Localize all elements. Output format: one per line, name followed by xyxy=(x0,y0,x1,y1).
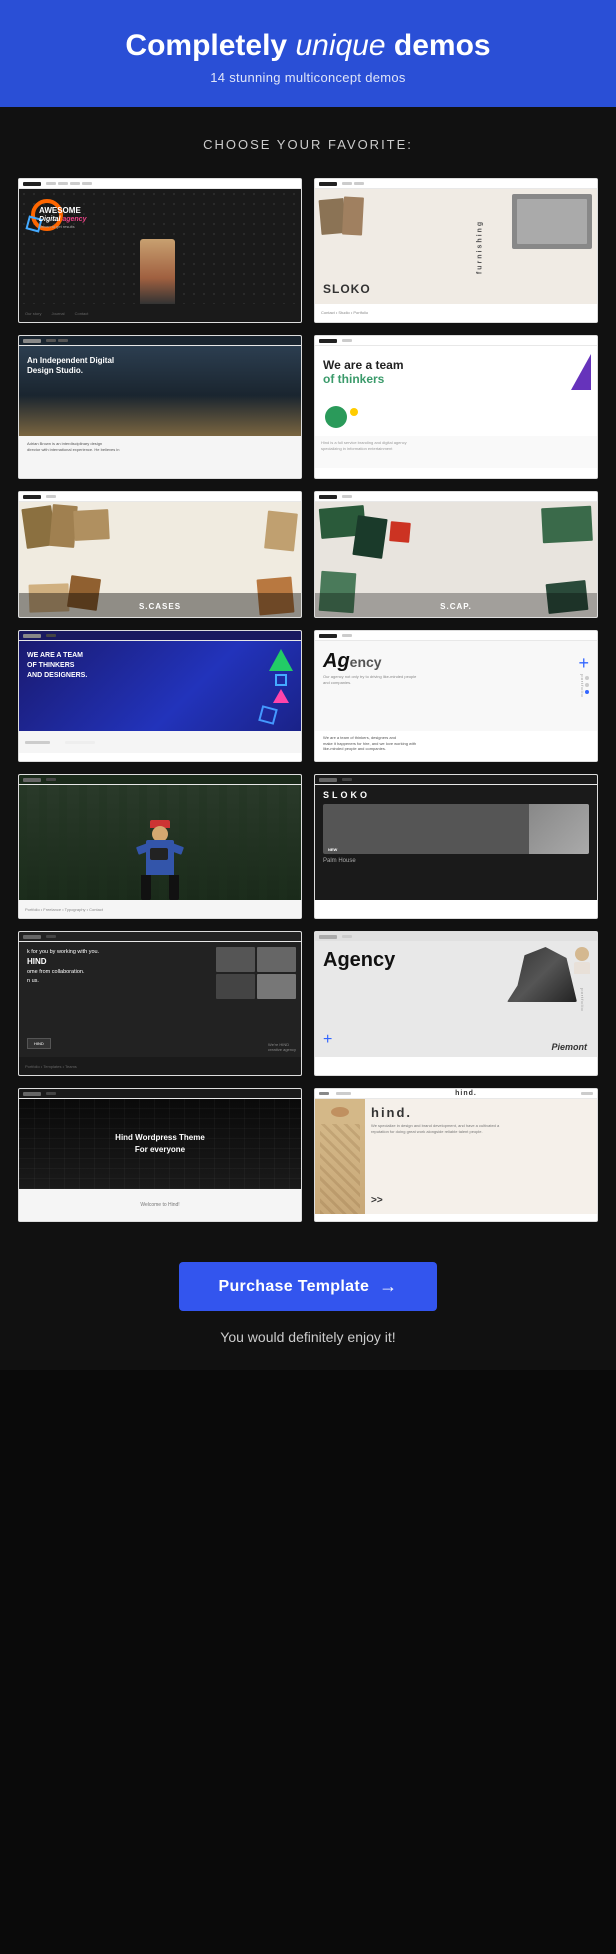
demo1-link3 xyxy=(70,182,80,185)
demo1-link4 xyxy=(82,182,92,185)
demo12-logo xyxy=(319,935,337,939)
demo-card-4[interactable]: We are a teamof thinkers Hind is a full … xyxy=(314,335,598,479)
demo5-nav xyxy=(19,492,301,502)
demo14-brand-logo: hind. xyxy=(455,1090,477,1097)
demo5-link1 xyxy=(46,495,56,498)
demo-card-1[interactable]: AWESOME Digital agency Driven to get res… xyxy=(18,178,302,323)
demo13-nav xyxy=(19,1089,301,1099)
demo-card-7[interactable]: WE ARE A TEAMOF THINKERSAND DESIGNERS. xyxy=(18,630,302,762)
demo6-link1 xyxy=(342,495,352,498)
demo10-logo xyxy=(319,778,337,782)
cta-section: Purchase Template → You would definitely… xyxy=(0,1232,616,1370)
demo12-nav xyxy=(315,932,597,942)
demo3-nav xyxy=(19,336,301,346)
demo13-preview: Hind Wordpress ThemeFor everyone xyxy=(19,1099,301,1189)
demo14-nav: hind. xyxy=(315,1089,597,1099)
demo1-link1 xyxy=(46,182,56,185)
demo14-nav-about xyxy=(319,1092,329,1095)
demo11-preview: k for you by working with you.HINDome fr… xyxy=(19,942,301,1057)
demo8-logo xyxy=(319,634,337,638)
header-title: Completely unique demos xyxy=(20,28,596,64)
demo4-nav xyxy=(315,336,597,346)
demo3-logo xyxy=(23,339,41,343)
demo11-logo xyxy=(23,935,41,939)
header-section: Completely unique demos 14 stunning mult… xyxy=(0,0,616,107)
demo14-gallery xyxy=(336,1092,351,1095)
demo7-nav xyxy=(19,631,301,641)
header-title-unique: unique xyxy=(295,29,393,62)
demo-card-12[interactable]: Agency + portfolio Piemont xyxy=(314,931,598,1076)
demo13-logo xyxy=(23,1092,41,1096)
demo13-link1 xyxy=(46,1092,56,1095)
demo5-logo xyxy=(23,495,41,499)
demo4-link1 xyxy=(342,339,352,342)
demo2-logo xyxy=(319,182,337,186)
demo7-link1 xyxy=(46,634,56,637)
demo6-logo xyxy=(319,495,337,499)
cta-arrow-icon: → xyxy=(379,1276,397,1297)
demo-card-8[interactable]: Agency Our agency not only try to drivin… xyxy=(314,630,598,762)
demo3-link2 xyxy=(58,339,68,342)
demo10-link1 xyxy=(342,778,352,781)
demo2-preview: furnishing SLOKO xyxy=(315,189,597,304)
demo1-nav xyxy=(19,179,301,189)
demo8-nav xyxy=(315,631,597,641)
demo-card-11[interactable]: k for you by working with you.HINDome fr… xyxy=(18,931,302,1076)
demo1-link2 xyxy=(58,182,68,185)
demo11-link1 xyxy=(46,935,56,938)
header-title-demos: demos xyxy=(394,29,491,62)
choose-section: CHOOSE YOUR FAVORITE: xyxy=(0,107,616,162)
demo6-preview: S.CAP. xyxy=(315,502,597,617)
demo1-logo xyxy=(23,182,41,186)
demo2-link1 xyxy=(342,182,352,185)
header-title-completely: Completely xyxy=(125,29,295,62)
demos-grid: AWESOME Digital agency Driven to get res… xyxy=(0,162,616,1232)
demo14-preview: hind. We specialize in design and brand … xyxy=(315,1099,597,1214)
demo9-nav xyxy=(19,775,301,785)
demo-card-13[interactable]: Hind Wordpress ThemeFor everyone Welcome… xyxy=(18,1088,302,1222)
cta-enjoy-text: You would definitely enjoy it! xyxy=(20,1329,596,1345)
demo14-about-link xyxy=(581,1092,593,1095)
demo2-link2 xyxy=(354,182,364,185)
demo6-nav xyxy=(315,492,597,502)
demo7-logo xyxy=(23,634,41,638)
demo-card-3[interactable]: An Independent DigitalDesign Studio. Adr… xyxy=(18,335,302,479)
demo9-link1 xyxy=(46,778,56,781)
demo3-link1 xyxy=(46,339,56,342)
demo8-preview: Agency Our agency not only try to drivin… xyxy=(315,641,597,731)
demo-card-10[interactable]: SLOKO NEW Palm House xyxy=(314,774,598,919)
header-subtitle: 14 stunning multiconcept demos xyxy=(20,70,596,85)
demo2-nav xyxy=(315,179,597,189)
demo-card-2[interactable]: furnishing SLOKO Contact • Studio • Port… xyxy=(314,178,598,323)
demo7-preview: WE ARE A TEAMOF THINKERSAND DESIGNERS. xyxy=(19,641,301,731)
demo10-preview: SLOKO NEW Palm House xyxy=(315,785,597,900)
demo1-preview: AWESOME Digital agency Driven to get res… xyxy=(19,189,301,304)
demo4-logo xyxy=(319,339,337,343)
demo4-preview: We are a teamof thinkers xyxy=(315,346,597,436)
purchase-button-label: Purchase Template xyxy=(219,1278,370,1296)
demo11-nav xyxy=(19,932,301,942)
purchase-button[interactable]: Purchase Template → xyxy=(179,1262,438,1311)
demo10-nav xyxy=(315,775,597,785)
demo5-preview: S.CASES xyxy=(19,502,301,617)
demo12-preview: Agency + portfolio Piemont xyxy=(315,942,597,1057)
demo9-preview xyxy=(19,785,301,900)
demo9-logo xyxy=(23,778,41,782)
demo-card-14[interactable]: hind. hind. We specialize in design and … xyxy=(314,1088,598,1222)
demo8-link1 xyxy=(342,634,352,637)
demo-card-5[interactable]: S.CASES xyxy=(18,491,302,618)
demo-card-9[interactable]: Portfolio • Freelance • Typography • Con… xyxy=(18,774,302,919)
choose-label: CHOOSE YOUR FAVORITE: xyxy=(20,137,596,152)
demo-card-6[interactable]: S.CAP. xyxy=(314,491,598,618)
demo3-preview: An Independent DigitalDesign Studio. xyxy=(19,346,301,436)
demo12-link1 xyxy=(342,935,352,938)
